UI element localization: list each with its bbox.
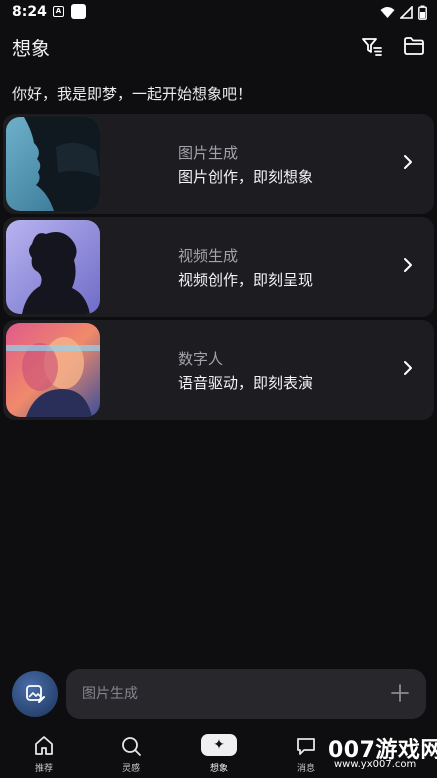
notification-square-icon: [71, 4, 86, 19]
image-edit-button[interactable]: [12, 671, 58, 717]
app-screen: 8:24 A 想象 你好，我是即梦，一起开始想象吧！ 图片生成 图片创作，即刻想…: [0, 0, 437, 778]
image-edit-icon: [26, 685, 45, 703]
card-thumbnail: [6, 323, 100, 417]
prompt-input[interactable]: [82, 669, 372, 719]
card-video-generation[interactable]: 视频生成 视频创作，即刻呈现: [3, 217, 434, 317]
chevron-right-icon: [404, 361, 412, 375]
card-subtitle: 视频创作，即刻呈现: [178, 271, 314, 289]
message-icon: [297, 738, 315, 755]
card-subtitle: 语音驱动，即刻表演: [178, 374, 314, 392]
card-title: 视频生成: [178, 247, 239, 265]
card-title: 图片生成: [178, 144, 239, 162]
card-image-generation[interactable]: 图片生成 图片创作，即刻想象: [3, 114, 434, 214]
watermark-url: www.yx007.com: [334, 759, 417, 770]
search-icon: [122, 737, 141, 756]
chevron-right-icon: [404, 155, 412, 169]
nav-label: 消息: [296, 764, 315, 774]
folder-icon[interactable]: [402, 34, 426, 58]
page-title: 想象: [12, 38, 51, 60]
card-title: 数字人: [178, 350, 224, 368]
nav-item-recommend[interactable]: 推荐: [14, 726, 74, 778]
nav-item-messages[interactable]: 消息: [276, 726, 336, 778]
status-time: 8:24: [12, 4, 47, 20]
wifi-icon: [380, 7, 395, 18]
chevron-right-icon: [404, 258, 412, 272]
card-digital-human[interactable]: 数字人 语音驱动，即刻表演: [3, 320, 434, 420]
card-thumbnail: [6, 220, 100, 314]
card-subtitle: 图片创作，即刻想象: [178, 168, 314, 186]
nav-item-inspiration[interactable]: 灵感: [101, 726, 161, 778]
home-icon: [35, 736, 53, 755]
nav-item-imagine[interactable]: ✦ 想象: [189, 726, 249, 778]
status-bar: 8:24 A: [0, 0, 437, 26]
signal-icon: [400, 6, 413, 19]
status-icons: [380, 5, 427, 20]
plus-icon[interactable]: [390, 683, 410, 703]
prompt-box: [66, 669, 426, 719]
nav-label: 推荐: [34, 764, 53, 774]
card-thumbnail: [6, 117, 100, 211]
nav-label: 想象: [209, 764, 228, 774]
filter-icon[interactable]: [360, 34, 384, 58]
greeting-text: 你好，我是即梦，一起开始想象吧！: [12, 85, 253, 103]
nav-label: 灵感: [121, 764, 140, 774]
battery-icon: [418, 5, 427, 20]
sparkle-icon: ✦: [201, 734, 237, 756]
notification-a-icon: A: [53, 6, 64, 17]
